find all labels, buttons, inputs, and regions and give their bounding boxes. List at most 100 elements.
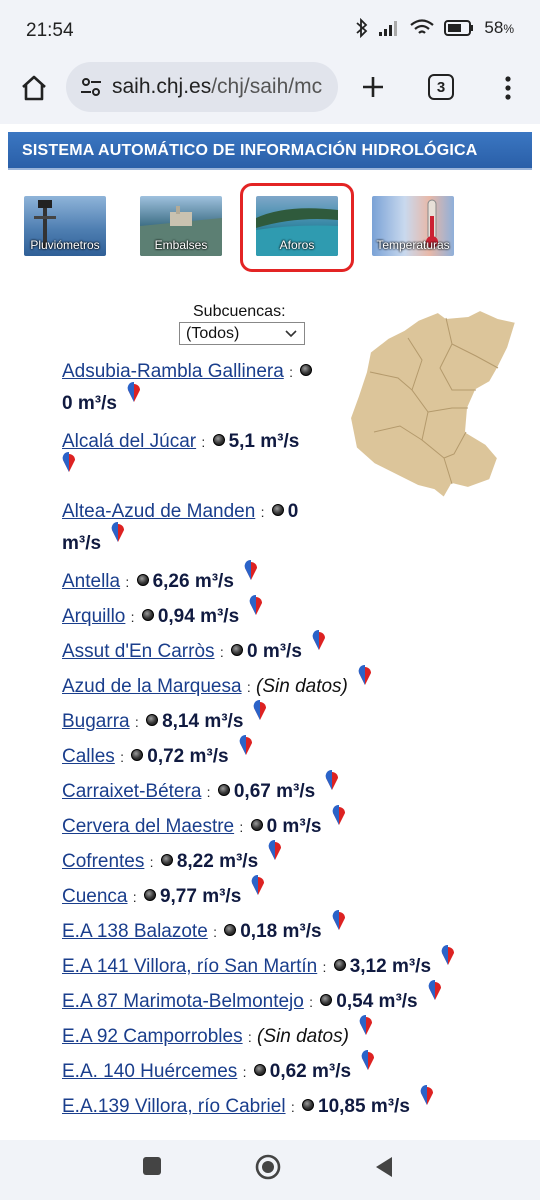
- gauge-value-part: 0: [287, 501, 299, 522]
- web-page: SISTEMA AUTOMÁTICO DE INFORMACIÓN HIDROL…: [0, 124, 540, 1140]
- browser-toolbar: saih.chj.es/chj/saih/mc 3: [0, 62, 540, 124]
- gauge-link[interactable]: E.A 138 Balazote: [62, 921, 208, 942]
- nav-pluviometros[interactable]: Pluviómetros: [24, 196, 106, 256]
- map-pin-icon[interactable]: [332, 803, 346, 838]
- list-item: Adsubia-Rambla Gallinera :: [62, 354, 316, 390]
- gauge-link[interactable]: E.A 92 Camporrobles: [62, 1026, 243, 1047]
- gauge-value: 5,1 m³/s: [228, 431, 300, 452]
- gauge-link[interactable]: Calles: [62, 746, 115, 767]
- battery-percent: 58%: [484, 18, 514, 38]
- nav-temperaturas[interactable]: Temperaturas: [372, 196, 454, 256]
- map-pin-icon[interactable]: [62, 450, 76, 485]
- gauge-value: 3,12 m³/s: [349, 956, 432, 977]
- gauge-link[interactable]: Adsubia-Rambla Gallinera: [62, 361, 284, 382]
- map-pin-icon[interactable]: [441, 943, 455, 978]
- status-dot-icon: [250, 818, 263, 831]
- list-item: Cuenca : 9,77 m³/s: [62, 875, 265, 915]
- status-dot-icon: [224, 923, 237, 936]
- gauge-link[interactable]: E.A. 140 Huércemes: [62, 1061, 237, 1082]
- map-pin-icon[interactable]: [249, 593, 263, 628]
- map-pin-icon[interactable]: [325, 768, 339, 803]
- separator: :: [290, 1099, 295, 1115]
- subcuencas-select[interactable]: (Todos): [179, 322, 305, 345]
- map-pin-icon[interactable]: [332, 908, 346, 943]
- map-pin-icon[interactable]: [127, 380, 141, 415]
- map-pin-icon[interactable]: [358, 663, 372, 698]
- status-icons: 58%: [356, 18, 514, 38]
- map-pin-icon[interactable]: [312, 628, 326, 663]
- list-item-cont: 0 m³/s: [62, 382, 141, 421]
- status-dot-icon: [212, 433, 225, 446]
- gauge-link[interactable]: Alcalá del Júcar: [62, 431, 196, 452]
- site-settings-icon[interactable]: [80, 77, 102, 97]
- status-dot-icon: [230, 643, 243, 656]
- gauge-link[interactable]: E.A 141 Villora, río San Martín: [62, 956, 317, 977]
- status-dot-icon: [300, 363, 313, 376]
- tab-switcher-button[interactable]: 3: [428, 74, 454, 100]
- status-dot-icon: [146, 713, 159, 726]
- gauge-value: 0,72 m³/s: [147, 746, 229, 767]
- gauge-link[interactable]: Antella: [62, 571, 120, 592]
- nav-embalses[interactable]: Embalses: [140, 196, 222, 256]
- address-bar[interactable]: saih.chj.es/chj/saih/mc: [66, 62, 338, 112]
- gauge-link[interactable]: Assut d'En Carròs: [62, 641, 215, 662]
- map-pin-icon[interactable]: [428, 978, 442, 1013]
- list-item: E.A 87 Marimota-Belmontejo : 0,54 m³/s: [62, 980, 442, 1020]
- back-icon[interactable]: [374, 1156, 394, 1178]
- home-nav-icon[interactable]: [255, 1154, 281, 1180]
- more-menu-button[interactable]: [496, 70, 520, 106]
- gauge-link[interactable]: E.A.139 Villora, río Cabriel: [62, 1096, 286, 1117]
- bluetooth-icon: [356, 18, 368, 38]
- gauge-link[interactable]: Altea-Azud de Manden: [62, 501, 255, 522]
- gauge-link[interactable]: Azud de la Marquesa: [62, 676, 242, 697]
- gauge-link[interactable]: Cofrentes: [62, 851, 144, 872]
- battery-unit: %: [503, 22, 514, 36]
- gauge-link[interactable]: Cervera del Maestre: [62, 816, 234, 837]
- separator: :: [246, 679, 251, 695]
- separator: :: [213, 924, 217, 940]
- map-pin-icon[interactable]: [244, 558, 258, 593]
- separator: :: [247, 1029, 252, 1045]
- gauge-value: 0,94 m³/s: [157, 606, 240, 627]
- status-dot-icon: [217, 783, 230, 796]
- basin-map[interactable]: [348, 308, 520, 502]
- separator: :: [322, 959, 327, 975]
- list-item: Arquillo : 0,94 m³/s: [62, 595, 263, 635]
- gauge-value: (Sin datos): [257, 1026, 349, 1047]
- separator: :: [125, 574, 130, 590]
- list-item: Calles : 0,72 m³/s: [62, 735, 253, 775]
- map-pin-icon[interactable]: [361, 1048, 375, 1083]
- map-pin-icon[interactable]: [420, 1083, 434, 1118]
- status-dot-icon: [143, 888, 156, 901]
- map-pin-icon[interactable]: [239, 733, 253, 768]
- status-dot-icon: [136, 573, 149, 586]
- selected-section-highlight: [240, 183, 354, 272]
- gauge-value: 0,67 m³/s: [233, 781, 316, 802]
- map-pin-icon[interactable]: [111, 520, 125, 555]
- map-pin-icon[interactable]: [251, 873, 265, 908]
- home-button[interactable]: [14, 68, 54, 108]
- map-pin-icon[interactable]: [253, 698, 267, 733]
- map-pin-icon[interactable]: [268, 838, 282, 873]
- gauge-link[interactable]: Cuenca: [62, 886, 128, 907]
- map-pin-icon[interactable]: [359, 1013, 373, 1048]
- separator: :: [201, 434, 206, 450]
- recents-icon[interactable]: [142, 1156, 162, 1176]
- signal-icon: [379, 21, 398, 36]
- nav-label: Embalses: [154, 238, 208, 252]
- gauge-link[interactable]: Carraixet-Bétera: [62, 781, 201, 802]
- battery-value: 58: [484, 18, 504, 37]
- list-item: E.A 138 Balazote : 0,18 m³/s: [62, 910, 346, 950]
- status-bar: 21:54 58%: [0, 0, 540, 62]
- list-item: Antella : 6,26 m³/s: [62, 560, 258, 600]
- separator: :: [149, 854, 154, 870]
- gauge-link[interactable]: Bugarra: [62, 711, 130, 732]
- gauge-link[interactable]: Arquillo: [62, 606, 125, 627]
- system-nav-bar: [0, 1140, 540, 1200]
- new-tab-button[interactable]: [356, 66, 390, 108]
- gauge-value: 0 m³/s: [246, 641, 302, 662]
- list-item: Cofrentes : 8,22 m³/s: [62, 840, 282, 880]
- url-text: saih.chj.es/chj/saih/mc: [112, 75, 322, 99]
- status-dot-icon: [271, 503, 284, 516]
- gauge-link[interactable]: E.A 87 Marimota-Belmontejo: [62, 991, 304, 1012]
